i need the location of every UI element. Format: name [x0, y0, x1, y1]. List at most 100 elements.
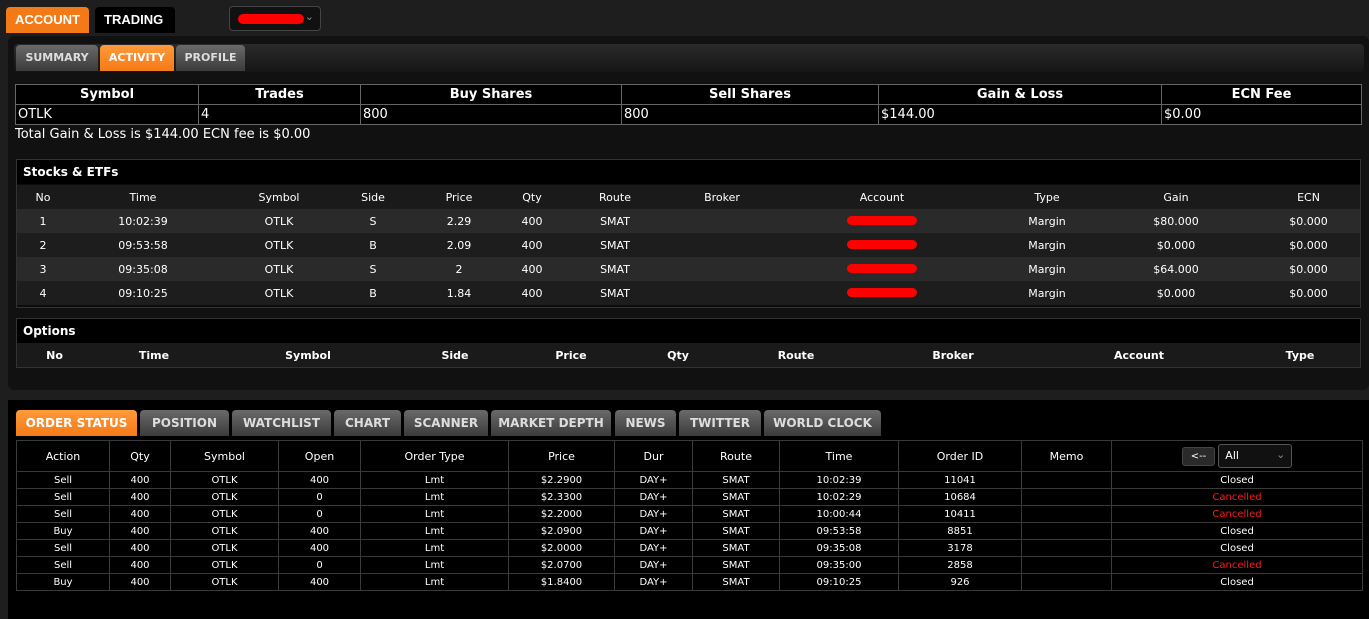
summary-cell: 800 [360, 104, 622, 125]
tab-news[interactable]: NEWS [615, 410, 676, 436]
order-cell: Sell [16, 488, 110, 506]
stocks-cell [679, 257, 765, 281]
order-cell: 11041 [898, 471, 1022, 489]
options-header: Broker [868, 343, 1038, 367]
tab-market-depth[interactable]: MARKET DEPTH [491, 410, 611, 436]
order-cell: $1.8400 [508, 573, 615, 591]
orders-header: Time [779, 440, 899, 472]
order-cell: DAY+ [614, 505, 693, 523]
order-cell: 10:00:44 [779, 505, 899, 523]
summary-header: Sell Shares [621, 84, 879, 105]
tab-order-status[interactable]: ORDER STATUS [16, 410, 137, 436]
stocks-cell: 2 [17, 233, 69, 257]
tab-watchlist[interactable]: WATCHLIST [232, 410, 331, 436]
tab-scanner[interactable]: SCANNER [404, 410, 488, 436]
stocks-title: Stocks & ETFs [17, 160, 1360, 184]
table-row[interactable]: Sell 400 OTLK 0 Lmt $2.3300 DAY+ SMAT 10:02:29 10… [16, 488, 1363, 506]
order-cell: 400 [109, 505, 171, 523]
order-cell: SMAT [692, 505, 780, 523]
order-cell [1021, 556, 1112, 574]
order-cell: 400 [109, 522, 171, 540]
stocks-cell: $80.000 [1095, 209, 1257, 233]
table-row[interactable]: Sell 400 OTLK 400 Lmt $2.0000 DAY+ SMAT 09:35:08… [16, 539, 1363, 557]
table-row[interactable]: 2 09:53:58 OTLK B 2.09 400 SMAT Margin $0.000 $0.… [17, 233, 1360, 257]
back-button[interactable]: <-- [1181, 446, 1216, 466]
orders-header: Dur [614, 440, 693, 472]
table-row[interactable]: Buy 400 OTLK 400 Lmt $1.8400 DAY+ SMAT 09:10:25 9… [16, 573, 1363, 591]
options-header: Price [510, 343, 632, 367]
order-cell: 09:35:00 [779, 556, 899, 574]
stocks-cell: 2.29 [405, 209, 513, 233]
total-summary: Total Gain & Loss is $144.00 ECN fee is … [15, 127, 311, 142]
account-select[interactable]: ⌄ [229, 6, 321, 31]
stocks-cell: OTLK [217, 233, 341, 257]
order-cell: Lmt [360, 505, 509, 523]
order-cell: 10:02:39 [779, 471, 899, 489]
summary-header: Trades [198, 84, 361, 105]
table-row[interactable]: Sell 400 OTLK 0 Lmt $2.2000 DAY+ SMAT 10:00:44 10… [16, 505, 1363, 523]
stocks-header: ECN [1257, 185, 1360, 209]
order-cell: Buy [16, 522, 110, 540]
order-cell: $2.2900 [508, 471, 615, 489]
order-cell: 8851 [898, 522, 1022, 540]
tab-account[interactable]: ACCOUNT [6, 7, 89, 33]
stocks-cell: $0.000 [1257, 209, 1360, 233]
table-row[interactable]: Sell 400 OTLK 0 Lmt $2.0700 DAY+ SMAT 09:35:00 28… [16, 556, 1363, 574]
stocks-cell [679, 209, 765, 233]
order-cell: $2.0700 [508, 556, 615, 574]
stocks-cell: $0.000 [1095, 233, 1257, 257]
stocks-cell: S [341, 209, 405, 233]
tab-position[interactable]: POSITION [140, 410, 229, 436]
stocks-cell [765, 281, 999, 305]
stocks-cell: B [341, 233, 405, 257]
tab-trading[interactable]: TRADING [95, 7, 175, 33]
stocks-header: Type [999, 185, 1095, 209]
stocks-cell: B [341, 281, 405, 305]
table-row[interactable]: Sell 400 OTLK 400 Lmt $2.2900 DAY+ SMAT 10:02:39… [16, 471, 1363, 489]
order-cell: 0 [278, 556, 361, 574]
tab-world-clock[interactable]: WORLD CLOCK [764, 410, 881, 436]
order-cell: OTLK [170, 488, 279, 506]
table-row[interactable]: 1 10:02:39 OTLK S 2.29 400 SMAT Margin $80.000 $0… [17, 209, 1360, 233]
stocks-cell: Margin [999, 233, 1095, 257]
stocks-cell: 400 [513, 281, 551, 305]
order-status-table: Action Qty Symbol Open Order Type Price Dur Rou… [16, 440, 1363, 591]
order-cell: $2.2000 [508, 505, 615, 523]
tab-summary[interactable]: SUMMARY [16, 45, 98, 71]
options-header: Time [92, 343, 216, 367]
stocks-cell: $0.000 [1257, 233, 1360, 257]
tab-chart[interactable]: CHART [334, 410, 401, 436]
order-cell: 400 [109, 556, 171, 574]
stocks-header: No [17, 185, 69, 209]
order-cell: 400 [278, 573, 361, 591]
stocks-cell: 09:53:58 [69, 233, 217, 257]
order-cell: 400 [109, 573, 171, 591]
order-cell: Sell [16, 505, 110, 523]
stocks-cell: Margin [999, 281, 1095, 305]
table-row[interactable]: 4 09:10:25 OTLK B 1.84 400 SMAT Margin $0.000 $0.… [17, 281, 1360, 305]
tab-profile[interactable]: PROFILE [176, 45, 245, 71]
order-cell: DAY+ [614, 488, 693, 506]
orders-header: Symbol [170, 440, 279, 472]
order-cell: DAY+ [614, 522, 693, 540]
tab-activity[interactable]: ACTIVITY [100, 45, 174, 71]
orders-header: Memo [1021, 440, 1112, 472]
order-cell: SMAT [692, 488, 780, 506]
stocks-header: Price [405, 185, 513, 209]
summary-header: Gain & Loss [878, 84, 1162, 105]
table-row[interactable]: 3 09:35:08 OTLK S 2 400 SMAT Margin $64.000 $0.00… [17, 257, 1360, 281]
order-cell: Lmt [360, 539, 509, 557]
tab-twitter[interactable]: TWITTER [679, 410, 761, 436]
summary-cell: 4 [198, 104, 361, 125]
order-cell: $2.0900 [508, 522, 615, 540]
order-cell: 400 [278, 471, 361, 489]
stocks-cell: 10:02:39 [69, 209, 217, 233]
order-cell: $2.0000 [508, 539, 615, 557]
order-cell: Lmt [360, 488, 509, 506]
orders-header: Open [278, 440, 361, 472]
stocks-cell: SMAT [551, 281, 679, 305]
options-header: Account [1038, 343, 1240, 367]
stocks-header: Qty [513, 185, 551, 209]
status-filter-select[interactable]: All ⌄ [1218, 444, 1293, 468]
table-row[interactable]: Buy 400 OTLK 400 Lmt $2.0900 DAY+ SMAT 09:53:58 8… [16, 522, 1363, 540]
